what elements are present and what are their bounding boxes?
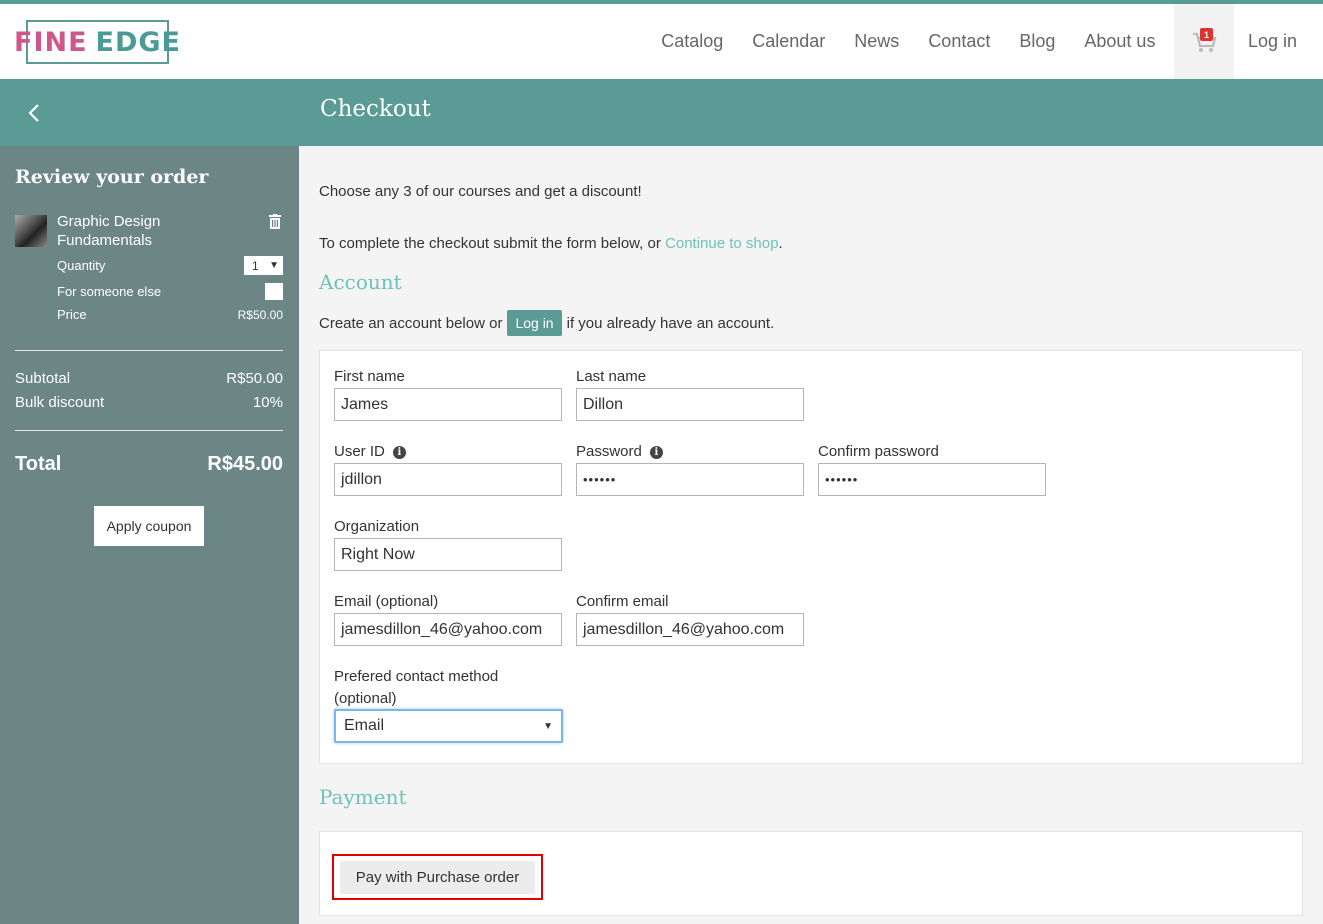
first-name-label: First name — [334, 368, 405, 385]
last-name-input[interactable]: Dillon — [576, 388, 804, 421]
chevron-down-icon: ▼ — [269, 260, 279, 271]
divider — [15, 350, 283, 351]
discount-value: 10% — [252, 394, 283, 411]
password-label-group: Password i — [576, 441, 663, 463]
account-pre-text: Create an account below or — [319, 314, 503, 332]
email-label: Email (optional) — [334, 593, 439, 610]
continue-to-shop-link[interactable]: Continue to shop — [665, 235, 778, 252]
fine-edge-logo[interactable]: FINE EDGE — [14, 20, 180, 64]
last-name-label: Last name — [576, 368, 647, 385]
promo-text: Choose any 3 of our courses and get a di… — [319, 183, 642, 200]
account-form-panel: First name James Last name Dillon User I… — [319, 350, 1303, 764]
nav-news[interactable]: News — [840, 4, 914, 79]
nav-contact[interactable]: Contact — [914, 4, 1005, 79]
back-button[interactable] — [22, 99, 46, 127]
nav-about-us[interactable]: About us — [1070, 4, 1170, 79]
subtotal-value: R$50.00 — [226, 370, 283, 387]
account-post-text: if you already have an account. — [566, 314, 775, 332]
nav-catalog[interactable]: Catalog — [647, 4, 738, 79]
organization-input[interactable]: Right Now — [334, 538, 562, 571]
someone-else-label: For someone else — [57, 284, 162, 299]
email-input[interactable]: jamesdillon_46@yahoo.com — [334, 613, 562, 646]
chevron-left-icon — [28, 104, 39, 122]
nav-calendar[interactable]: Calendar — [738, 4, 840, 79]
trash-icon — [269, 214, 281, 229]
order-review-sidebar: Review your order Graphic Design Fundame… — [0, 146, 299, 924]
instructions-post: . — [778, 235, 783, 252]
cart-button[interactable]: 1 — [1173, 4, 1234, 79]
subtotal-label: Subtotal — [15, 370, 71, 387]
password-input[interactable]: •••••• — [576, 463, 804, 496]
divider — [15, 430, 283, 431]
contact-method-label: Prefered contact method (optional) — [334, 668, 499, 707]
payment-panel: Pay with Purchase order — [319, 831, 1303, 916]
apply-coupon-button[interactable]: Apply coupon — [94, 506, 204, 546]
order-item-name: Graphic Design Fundamentals — [57, 213, 161, 249]
password-label: Password — [576, 443, 642, 460]
confirm-email-input[interactable]: jamesdillon_46@yahoo.com — [576, 613, 804, 646]
nav-login[interactable]: Log in — [1238, 4, 1323, 79]
quantity-value: 1 — [252, 258, 259, 273]
info-icon[interactable]: i — [392, 446, 406, 459]
account-login-button[interactable]: Log in — [507, 310, 562, 336]
instructions-pre: To complete the checkout submit the form… — [319, 235, 666, 252]
course-thumbnail — [15, 215, 47, 247]
pay-with-purchase-order-button[interactable]: Pay with Purchase order — [332, 854, 543, 900]
total-row: Total R$45.00 — [15, 453, 283, 476]
review-order-heading: Review your order — [15, 166, 209, 188]
account-instructions: Create an account below or Log in if you… — [319, 310, 774, 336]
price-label: Price — [57, 307, 87, 322]
someone-else-checkbox[interactable] — [265, 283, 283, 300]
remove-item-button[interactable] — [268, 214, 282, 234]
main-nav: Catalog Calendar News Contact Blog About… — [647, 4, 1323, 79]
discount-label: Bulk discount — [15, 394, 105, 411]
account-heading: Account — [319, 270, 402, 294]
info-icon[interactable]: i — [649, 446, 663, 459]
price-value: R$50.00 — [237, 307, 283, 322]
someone-else-row: For someone else — [57, 283, 283, 300]
contact-method-value: Email — [344, 717, 385, 734]
chevron-down-icon: ▼ — [543, 720, 553, 732]
user-id-input[interactable]: jdillon — [334, 463, 562, 496]
discount-row: Bulk discount 10% — [15, 394, 283, 411]
quantity-row: Quantity 1 ▼ — [57, 256, 283, 275]
page-header-band: Checkout — [0, 79, 1323, 146]
total-value: R$45.00 — [207, 453, 283, 475]
quantity-select[interactable]: 1 ▼ — [244, 256, 283, 275]
organization-label: Organization — [334, 518, 420, 535]
logo-text-edge: EDGE — [95, 26, 181, 58]
confirm-email-label: Confirm email — [576, 593, 669, 610]
top-navbar: FINE EDGE Catalog Calendar News Contact … — [0, 0, 1323, 79]
first-name-input[interactable]: James — [334, 388, 562, 421]
total-label: Total — [15, 453, 62, 475]
nav-blog[interactable]: Blog — [1005, 4, 1070, 79]
contact-method-select[interactable]: Email ▼ — [334, 709, 563, 743]
page-title: Checkout — [320, 96, 431, 122]
user-id-label-group: User ID i — [334, 441, 406, 463]
pay-button-label: Pay with Purchase order — [339, 860, 536, 894]
instructions-text: To complete the checkout submit the form… — [319, 235, 783, 252]
subtotal-row: Subtotal R$50.00 — [15, 370, 283, 387]
payment-heading: Payment — [319, 785, 407, 809]
confirm-password-label: Confirm password — [818, 443, 939, 460]
checkout-main: Choose any 3 of our courses and get a di… — [299, 146, 1323, 924]
user-id-label: User ID — [334, 443, 385, 460]
quantity-label: Quantity — [57, 258, 106, 273]
logo-text-fine: FINE — [14, 26, 88, 58]
cart-count-badge: 1 — [1199, 28, 1213, 41]
price-row: Price R$50.00 — [57, 307, 283, 322]
confirm-password-input[interactable]: •••••• — [818, 463, 1046, 496]
